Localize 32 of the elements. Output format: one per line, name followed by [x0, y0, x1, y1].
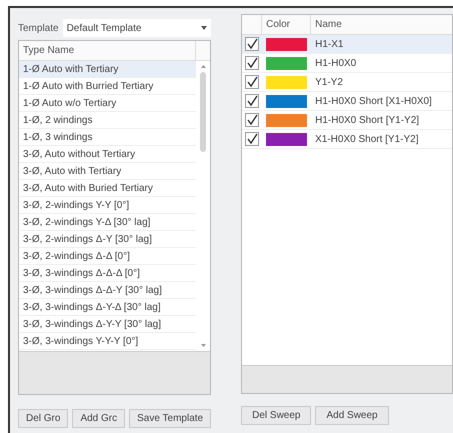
column-header[interactable]: Color [262, 15, 312, 34]
action-button[interactable]: Del Gro [18, 409, 68, 428]
template-label: Template [18, 22, 59, 34]
caret-icon [201, 26, 208, 30]
checkbox[interactable] [245, 113, 260, 127]
color-swatch[interactable] [266, 38, 308, 50]
checkbox[interactable] [245, 94, 260, 108]
sweep-name: H1-X1 [314, 38, 344, 50]
action-button[interactable]: Del Sweep [241, 406, 312, 425]
scrollbar-thumb[interactable] [200, 72, 206, 152]
sweep-name: Y1-Y2 [314, 76, 344, 88]
color-swatch[interactable] [266, 76, 308, 88]
action-button[interactable]: Save Template [129, 409, 212, 428]
type-row[interactable]: 1-Ø Auto with Tertiary [19, 61, 196, 78]
color-swatch[interactable] [266, 132, 308, 146]
sweep-name: H1-H0X0 Short [Y1-Y2] [314, 114, 420, 126]
color-swatch[interactable] [266, 114, 308, 126]
action-button[interactable]: Add Sweep [315, 406, 389, 425]
checkbox[interactable] [245, 132, 260, 146]
scroll-up-icon[interactable] [200, 65, 206, 68]
checkbox[interactable] [245, 37, 260, 51]
sweep-name: H1-H0X0 [314, 58, 358, 68]
column-header[interactable]: Name [311, 15, 452, 34]
sweep-name: X1-H0X0 Short [Y1-Y2] [314, 134, 420, 144]
action-button[interactable]: Add Grc [72, 409, 126, 428]
color-swatch[interactable] [266, 56, 308, 70]
scroll-down-icon[interactable] [200, 344, 206, 347]
checkbox[interactable] [245, 56, 260, 70]
color-swatch[interactable] [266, 94, 308, 108]
checkbox[interactable] [245, 75, 260, 89]
template-dropdown[interactable]: Default Template [62, 19, 212, 37]
sweep-name: H1-H0X0 Short [X1-H0X0] [314, 96, 433, 106]
